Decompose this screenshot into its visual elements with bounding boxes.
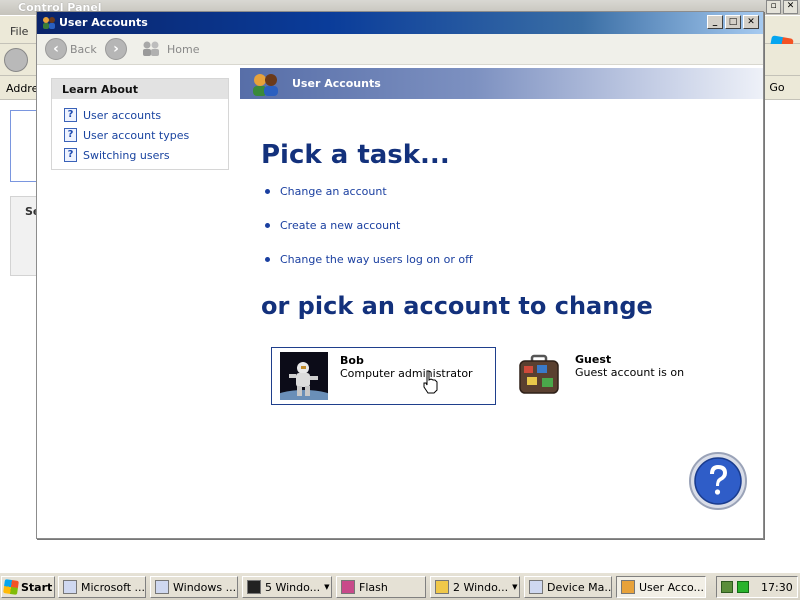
maximize-button[interactable]: □ xyxy=(725,15,741,29)
taskbar-item-device-manager[interactable]: Device Ma... xyxy=(524,576,612,598)
taskbar-group-command-windows[interactable]: 5 Windo... ▼ xyxy=(242,576,332,598)
minimize-button[interactable]: _ xyxy=(707,15,723,29)
learn-link-label: Switching users xyxy=(83,148,170,162)
taskbar-item-user-accounts[interactable]: User Acco... xyxy=(616,576,706,598)
learn-link-switching-users[interactable]: ? Switching users xyxy=(64,147,170,163)
address-label: Addre xyxy=(6,82,39,95)
user-accounts-content: Learn About ? User accounts ? User accou… xyxy=(37,65,763,538)
taskbar-item-windows[interactable]: Windows ... xyxy=(150,576,238,598)
computer-icon xyxy=(529,580,543,594)
learn-about-panel: Learn About ? User accounts ? User accou… xyxy=(51,78,229,170)
close-button[interactable]: ✕ xyxy=(743,15,759,29)
command-prompt-icon xyxy=(247,580,261,594)
taskbar-item-microsoft[interactable]: Microsoft ... xyxy=(58,576,146,598)
window-title: User Accounts xyxy=(59,16,148,29)
learn-link-label: User account types xyxy=(83,128,190,142)
forward-arrow-icon[interactable]: › xyxy=(105,38,127,60)
taskbar-item-label: User Acco... xyxy=(639,580,705,594)
home-users-icon[interactable] xyxy=(141,40,161,56)
taskbar-item-label: Windows ... xyxy=(173,580,237,594)
user-accounts-icon xyxy=(43,17,55,29)
astronaut-avatar-icon xyxy=(280,352,328,400)
home-button[interactable]: Home xyxy=(167,43,199,56)
taskbar-item-label: Microsoft ... xyxy=(81,580,146,594)
close-button[interactable]: ✕ xyxy=(783,0,798,14)
account-tile-bob[interactable]: Bob Computer administrator xyxy=(271,347,496,405)
bullet-icon xyxy=(265,189,270,194)
suitcase-icon xyxy=(519,354,559,394)
task-change-account[interactable]: Change an account xyxy=(265,185,387,198)
file-menu[interactable]: File xyxy=(10,25,28,38)
learn-link-user-account-types[interactable]: ? User account types xyxy=(64,127,189,143)
hand-pointer-cursor-icon xyxy=(423,370,438,394)
learn-link-user-accounts[interactable]: ? User accounts xyxy=(64,107,161,123)
task-label: Create a new account xyxy=(280,219,401,232)
task-create-account[interactable]: Create a new account xyxy=(265,219,400,232)
pick-account-heading: or pick an account to change xyxy=(261,292,653,320)
dropdown-arrow-icon: ▼ xyxy=(512,583,518,591)
go-button[interactable]: Go xyxy=(762,79,792,97)
app-icon xyxy=(155,580,169,594)
network-icon[interactable] xyxy=(721,581,733,593)
back-arrow-icon[interactable] xyxy=(4,48,28,72)
help-question-icon: ? xyxy=(64,148,77,162)
help-question-icon: ? xyxy=(64,108,77,122)
back-arrow-icon[interactable]: ‹ xyxy=(45,38,67,60)
dropdown-arrow-icon: ▼ xyxy=(324,583,330,591)
user-accounts-window: User Accounts _ □ ✕ ‹ Back › Home Learn … xyxy=(36,11,764,539)
task-label: Change an account xyxy=(280,185,387,198)
pick-task-heading: Pick a task... xyxy=(261,140,450,170)
restore-button[interactable]: ▫ xyxy=(766,0,781,14)
bullet-icon xyxy=(265,257,270,262)
task-label: Change the way users log on or off xyxy=(280,253,473,266)
learn-link-label: User accounts xyxy=(83,108,162,122)
app-icon xyxy=(63,580,77,594)
task-change-logon[interactable]: Change the way users log on or off xyxy=(265,253,473,266)
taskbar: Start Microsoft ... Windows ... 5 Windo.… xyxy=(0,572,800,600)
start-label: Start xyxy=(21,580,53,594)
bullet-icon xyxy=(265,223,270,228)
taskbar-item-label: Device Ma... xyxy=(547,580,612,594)
account-name: Guest xyxy=(575,353,612,366)
back-button[interactable]: Back xyxy=(70,43,97,56)
user-accounts-titlebar[interactable]: User Accounts _ □ ✕ xyxy=(37,12,763,34)
taskbar-item-label: 2 Windo... xyxy=(453,580,509,594)
clock[interactable]: 17:30 xyxy=(761,581,793,594)
flash-icon xyxy=(341,580,355,594)
windows-flag-icon xyxy=(3,579,19,595)
navigation-bar: ‹ Back › Home xyxy=(37,34,763,65)
user-accounts-header-icon xyxy=(253,74,278,96)
user-accounts-header: User Accounts xyxy=(240,68,763,99)
taskbar-item-label: Flash xyxy=(359,580,388,594)
tray-status-icon[interactable] xyxy=(737,581,749,593)
account-name: Bob xyxy=(340,354,364,367)
help-question-icon: ? xyxy=(64,128,77,142)
help-question-bubble-icon[interactable] xyxy=(688,451,748,511)
account-status: Guest account is on xyxy=(575,366,685,379)
folder-icon xyxy=(435,580,449,594)
taskbar-group-explorer-windows[interactable]: 2 Windo... ▼ xyxy=(430,576,520,598)
system-tray: 17:30 xyxy=(716,576,798,598)
learn-about-title: Learn About xyxy=(52,79,228,99)
user-accounts-icon xyxy=(621,580,635,594)
start-button[interactable]: Start xyxy=(1,576,55,598)
account-tile-guest[interactable]: Guest Guest account is on xyxy=(511,347,701,405)
account-type: Computer administrator xyxy=(340,367,473,380)
taskbar-item-flash[interactable]: Flash xyxy=(336,576,426,598)
taskbar-item-label: 5 Windo... xyxy=(265,580,321,594)
header-title: User Accounts xyxy=(292,77,381,90)
